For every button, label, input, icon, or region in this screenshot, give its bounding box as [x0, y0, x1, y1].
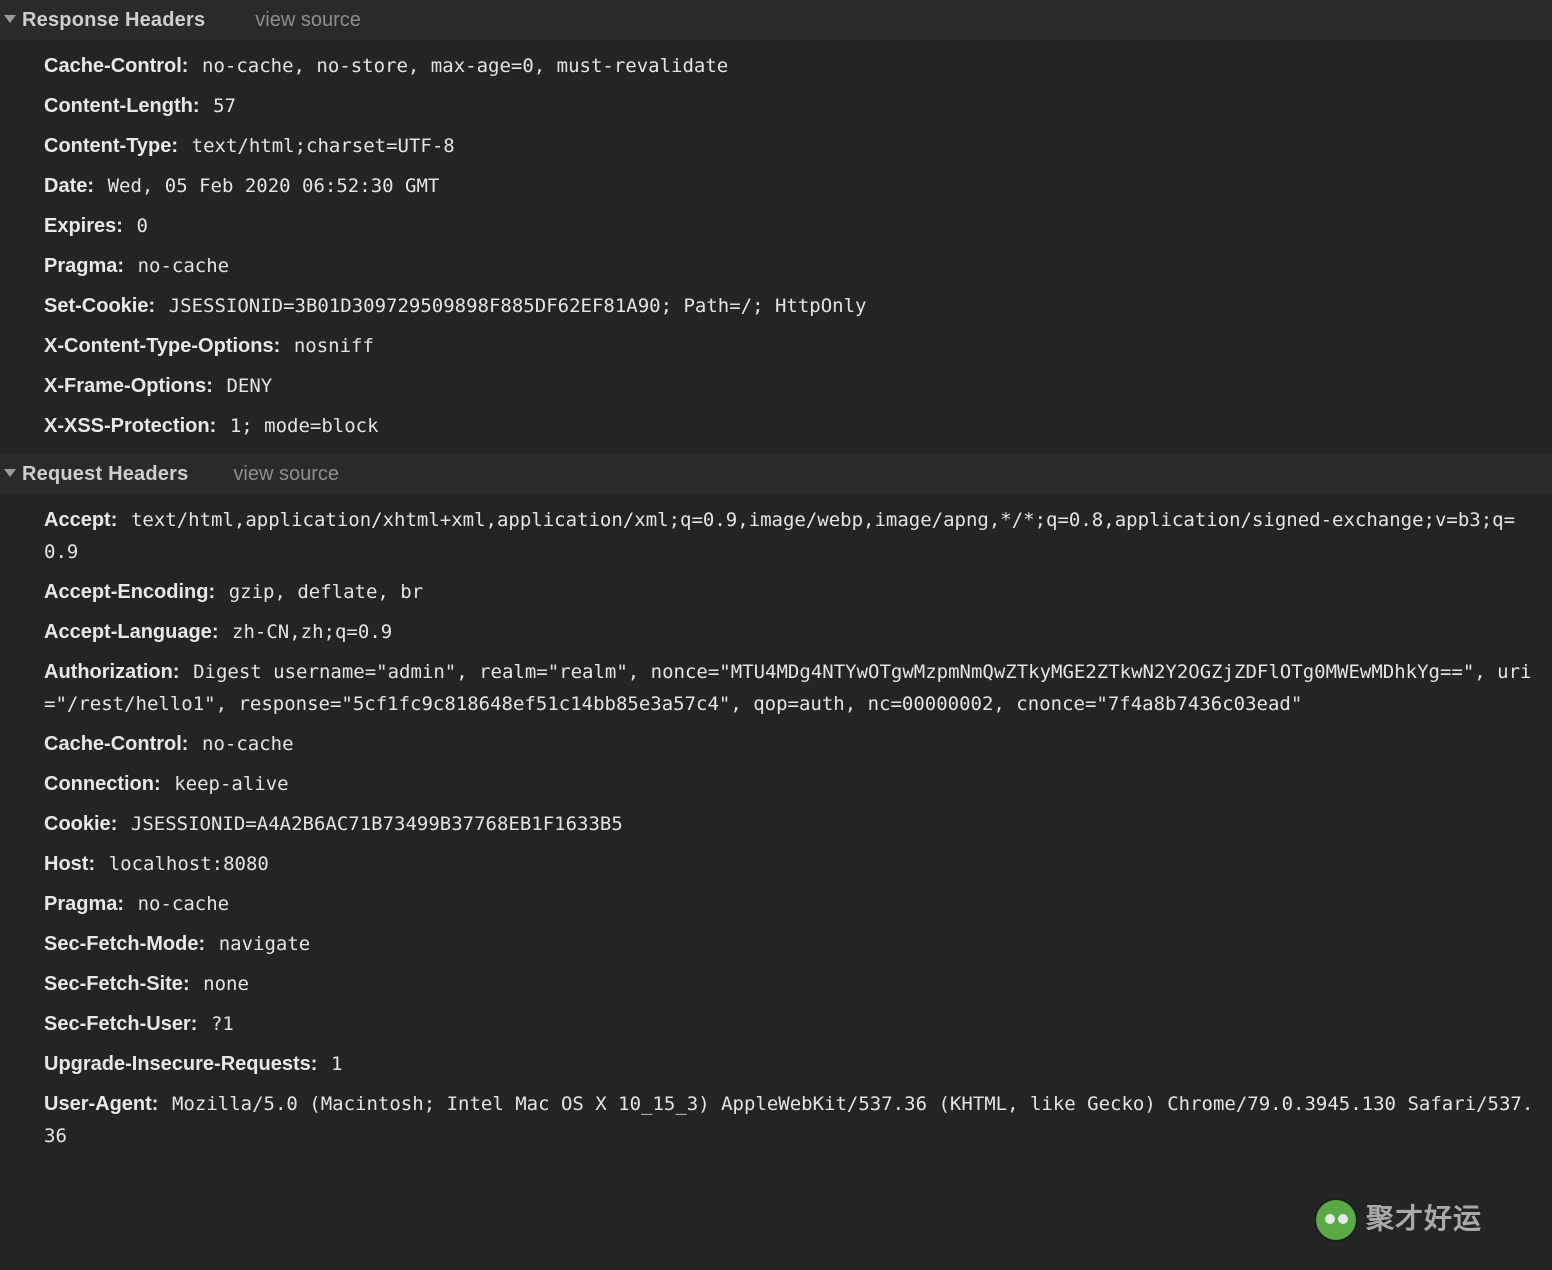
- header-value: ?1: [211, 1013, 234, 1035]
- header-row[interactable]: Cookie JSESSIONID=A4A2B6AC71B73499B37768…: [44, 804, 1552, 844]
- header-value: keep-alive: [174, 773, 288, 795]
- response-headers-list: Cache-Control no-cache, no-store, max-ag…: [0, 46, 1552, 446]
- header-name: X-Content-Type-Options: [44, 335, 280, 357]
- header-row[interactable]: User-Agent Mozilla/5.0 (Macintosh; Intel…: [44, 1084, 1552, 1156]
- header-value: 1; mode=block: [230, 415, 379, 437]
- header-name: Content-Length: [44, 95, 200, 117]
- header-value: gzip, deflate, br: [229, 581, 423, 603]
- header-row[interactable]: Sec-Fetch-Mode navigate: [44, 924, 1552, 964]
- header-value: JSESSIONID=A4A2B6AC71B73499B37768EB1F163…: [131, 813, 623, 835]
- request-headers-title: Request Headers: [22, 458, 188, 490]
- header-row[interactable]: Connection keep-alive: [44, 764, 1552, 804]
- header-name: Connection: [44, 773, 161, 795]
- header-value: localhost:8080: [109, 853, 269, 875]
- header-value: DENY: [226, 375, 272, 397]
- header-name: Set-Cookie: [44, 295, 155, 317]
- header-row[interactable]: Pragma no-cache: [44, 884, 1552, 924]
- request-view-source-link[interactable]: view source: [233, 458, 339, 490]
- header-value: 57: [213, 95, 236, 117]
- header-name: Authorization: [44, 661, 180, 683]
- response-headers-title-row[interactable]: Response Headers view source: [0, 0, 1552, 40]
- header-value: no-cache, no-store, max-age=0, must-reva…: [202, 55, 728, 77]
- header-name: Expires: [44, 215, 123, 237]
- header-value: no-cache: [138, 255, 230, 277]
- header-row[interactable]: Expires 0: [44, 206, 1552, 246]
- watermark-text: 聚才好运: [1366, 1197, 1482, 1242]
- header-row[interactable]: Accept-Encoding gzip, deflate, br: [44, 572, 1552, 612]
- header-row[interactable]: Date Wed, 05 Feb 2020 06:52:30 GMT: [44, 166, 1552, 206]
- header-row[interactable]: Accept text/html,application/xhtml+xml,a…: [44, 500, 1552, 572]
- header-name: X-Frame-Options: [44, 375, 213, 397]
- header-value: navigate: [219, 933, 311, 955]
- header-row[interactable]: Cache-Control no-cache: [44, 724, 1552, 764]
- header-name: Cache-Control: [44, 55, 188, 77]
- header-name: Sec-Fetch-Mode: [44, 933, 205, 955]
- header-value: no-cache: [202, 733, 294, 755]
- header-value: no-cache: [138, 893, 230, 915]
- headers-panel: Response Headers view source Cache-Contr…: [0, 0, 1552, 1174]
- header-row[interactable]: Sec-Fetch-User ?1: [44, 1004, 1552, 1044]
- header-row[interactable]: Upgrade-Insecure-Requests 1: [44, 1044, 1552, 1084]
- header-value: 0: [137, 215, 148, 237]
- header-row[interactable]: X-XSS-Protection 1; mode=block: [44, 406, 1552, 446]
- response-view-source-link[interactable]: view source: [255, 4, 361, 36]
- header-name: Accept-Language: [44, 621, 218, 643]
- header-name: Accept-Encoding: [44, 581, 215, 603]
- header-row[interactable]: Authorization Digest username="admin", r…: [44, 652, 1552, 724]
- header-row[interactable]: Content-Length 57: [44, 86, 1552, 126]
- expand-arrow-icon: [4, 15, 16, 23]
- header-row[interactable]: Set-Cookie JSESSIONID=3B01D309729509898F…: [44, 286, 1552, 326]
- header-value: none: [203, 973, 249, 995]
- header-value: JSESSIONID=3B01D309729509898F885DF62EF81…: [169, 295, 867, 317]
- header-value: Mozilla/5.0 (Macintosh; Intel Mac OS X 1…: [44, 1093, 1533, 1147]
- request-headers-list: Accept text/html,application/xhtml+xml,a…: [0, 500, 1552, 1156]
- header-name: Cache-Control: [44, 733, 188, 755]
- header-row[interactable]: X-Frame-Options DENY: [44, 366, 1552, 406]
- header-name: Date: [44, 175, 94, 197]
- expand-arrow-icon: [4, 469, 16, 477]
- header-value: Wed, 05 Feb 2020 06:52:30 GMT: [108, 175, 440, 197]
- header-name: Host: [44, 853, 95, 875]
- header-name: Pragma: [44, 893, 124, 915]
- header-name: Sec-Fetch-User: [44, 1013, 197, 1035]
- header-value: nosniff: [294, 335, 374, 357]
- header-row[interactable]: Content-Type text/html;charset=UTF-8: [44, 126, 1552, 166]
- response-headers-title: Response Headers: [22, 4, 205, 36]
- header-name: Accept: [44, 509, 117, 531]
- header-row[interactable]: X-Content-Type-Options nosniff: [44, 326, 1552, 366]
- header-name: Upgrade-Insecure-Requests: [44, 1053, 317, 1075]
- header-name: Pragma: [44, 255, 124, 277]
- header-row[interactable]: Sec-Fetch-Site none: [44, 964, 1552, 1004]
- header-value: 1: [331, 1053, 342, 1075]
- header-row[interactable]: Host localhost:8080: [44, 844, 1552, 884]
- header-value: text/html,application/xhtml+xml,applicat…: [44, 509, 1515, 563]
- header-name: Cookie: [44, 813, 117, 835]
- header-row[interactable]: Cache-Control no-cache, no-store, max-ag…: [44, 46, 1552, 86]
- header-name: User-Agent: [44, 1093, 158, 1115]
- header-value: text/html;charset=UTF-8: [192, 135, 455, 157]
- header-row[interactable]: Accept-Language zh-CN,zh;q=0.9: [44, 612, 1552, 652]
- header-value: Digest username="admin", realm="realm", …: [44, 661, 1531, 715]
- header-value: zh-CN,zh;q=0.9: [232, 621, 392, 643]
- header-row[interactable]: Pragma no-cache: [44, 246, 1552, 286]
- watermark: 聚才好运: [1316, 1197, 1482, 1242]
- request-headers-title-row[interactable]: Request Headers view source: [0, 454, 1552, 494]
- header-name: Content-Type: [44, 135, 178, 157]
- header-name: Sec-Fetch-Site: [44, 973, 190, 995]
- header-name: X-XSS-Protection: [44, 415, 216, 437]
- wechat-icon: [1316, 1200, 1356, 1240]
